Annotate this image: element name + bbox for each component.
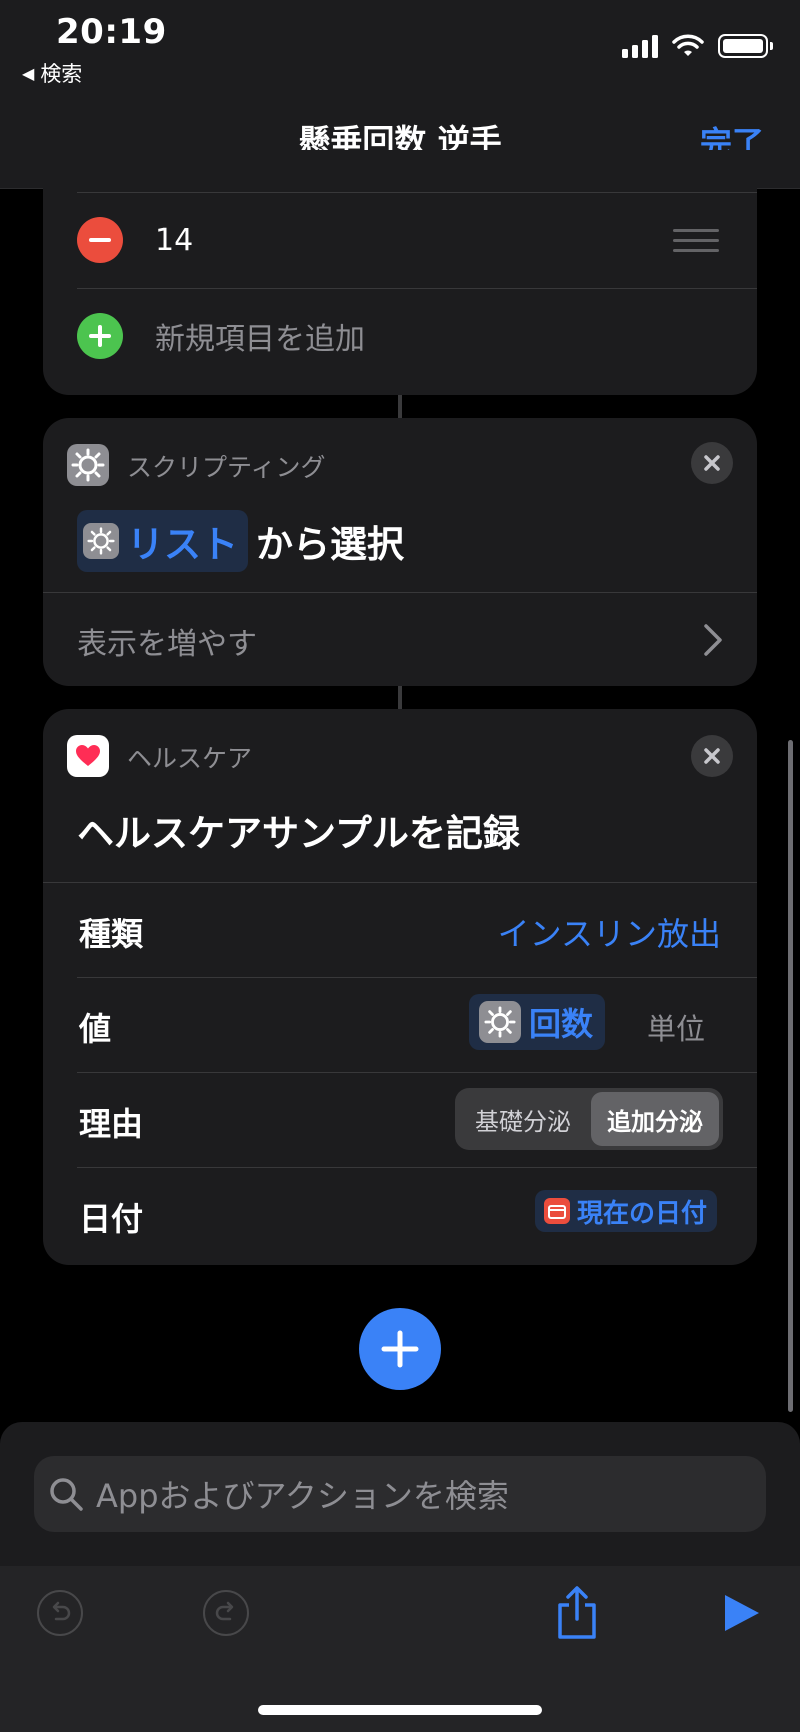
type-value-picker[interactable]: インスリン放出	[498, 909, 721, 955]
current-date-token[interactable]: 現在の日付	[534, 1190, 717, 1232]
count-token-label: 回数	[528, 1005, 593, 1043]
show-more-label: 表示を増やす	[77, 627, 257, 662]
gear-icon	[478, 1001, 521, 1043]
add-item-label: 新規項目を追加	[155, 322, 365, 357]
gear-icon	[71, 448, 105, 482]
reason-segmented-control[interactable]: 基礎分泌 追加分泌	[455, 1088, 723, 1150]
param-row-value: 値 回数 単位	[43, 978, 757, 1072]
back-to-search-button[interactable]: ◀ 検索	[22, 58, 82, 88]
undo-button[interactable]	[37, 1590, 83, 1636]
remove-icon	[89, 238, 111, 242]
search-placeholder: Appおよびアクションを検索	[96, 1477, 509, 1515]
signal-icon	[622, 34, 658, 58]
list-item-value[interactable]: 14	[155, 223, 193, 258]
log-health-sample-card: ヘルスケア ヘルスケアサンプルを記録 種類 インスリン放出 値 回数 単位 理由…	[43, 709, 757, 1265]
scripting-category-label: スクリプティング	[127, 453, 326, 482]
choose-from-list-card: スクリプティング リスト から選択 表示を増やす	[43, 418, 757, 686]
status-time: 20:19	[56, 12, 167, 52]
back-triangle-icon: ◀	[22, 63, 35, 83]
search-icon	[50, 1478, 83, 1511]
battery-icon	[718, 34, 773, 58]
scroll-indicator[interactable]	[788, 740, 793, 1412]
share-icon[interactable]	[554, 1585, 600, 1641]
health-category-label: ヘルスケア	[127, 744, 253, 773]
action-connector	[398, 395, 402, 418]
list-token-label: リスト	[127, 523, 238, 566]
date-token-label: 現在の日付	[576, 1198, 707, 1229]
remove-action-button[interactable]	[691, 442, 733, 484]
remove-action-button[interactable]	[691, 735, 733, 777]
param-row-date: 日付 現在の日付	[43, 1168, 757, 1262]
add-action-button[interactable]	[359, 1308, 441, 1390]
gear-icon	[83, 523, 119, 559]
list-action-card: 14 新規項目を追加	[43, 150, 757, 395]
heart-icon	[76, 745, 100, 766]
action-sentence: リスト から選択	[77, 510, 404, 572]
action-search-field[interactable]: Appおよびアクションを検索	[34, 1456, 766, 1532]
reason-option-bolus[interactable]: 追加分泌	[591, 1092, 719, 1146]
status-icons	[622, 34, 773, 58]
unit-field[interactable]: 単位	[647, 1006, 705, 1048]
show-more-row[interactable]: 表示を増やす	[43, 593, 757, 686]
reason-option-basal[interactable]: 基礎分泌	[459, 1092, 587, 1146]
redo-icon	[215, 1601, 234, 1621]
drag-handle-icon[interactable]	[673, 228, 719, 252]
value-label: 値	[79, 1010, 112, 1048]
param-row-reason: 理由 基礎分泌 追加分泌	[43, 1073, 757, 1167]
count-variable-token[interactable]: 回数	[468, 994, 605, 1050]
close-icon	[704, 748, 720, 764]
calendar-icon	[543, 1198, 570, 1224]
play-icon[interactable]	[722, 1592, 762, 1634]
chevron-right-icon	[704, 624, 722, 656]
list-item: 14	[43, 192, 757, 288]
date-label: 日付	[79, 1200, 144, 1238]
type-label: 種類	[79, 915, 144, 953]
health-app-icon	[67, 735, 109, 777]
back-label: 検索	[40, 62, 83, 86]
reason-label: 理由	[79, 1105, 144, 1143]
action-suffix: から選択	[256, 523, 404, 566]
scripting-app-icon	[67, 444, 109, 486]
add-item-row[interactable]: 新規項目を追加	[43, 288, 757, 384]
wifi-icon	[672, 34, 704, 56]
list-variable-token[interactable]: リスト	[77, 510, 248, 572]
close-icon	[704, 455, 720, 471]
param-row-type: 種類 インスリン放出	[43, 883, 757, 977]
redo-button[interactable]	[203, 1590, 249, 1636]
remove-item-button[interactable]	[77, 217, 123, 263]
action-connector	[398, 686, 402, 709]
plus-icon	[381, 1330, 419, 1368]
undo-icon	[52, 1601, 71, 1621]
add-item-button[interactable]	[77, 313, 123, 359]
health-action-title: ヘルスケアサンプルを記録	[77, 812, 520, 855]
home-indicator	[258, 1705, 542, 1715]
